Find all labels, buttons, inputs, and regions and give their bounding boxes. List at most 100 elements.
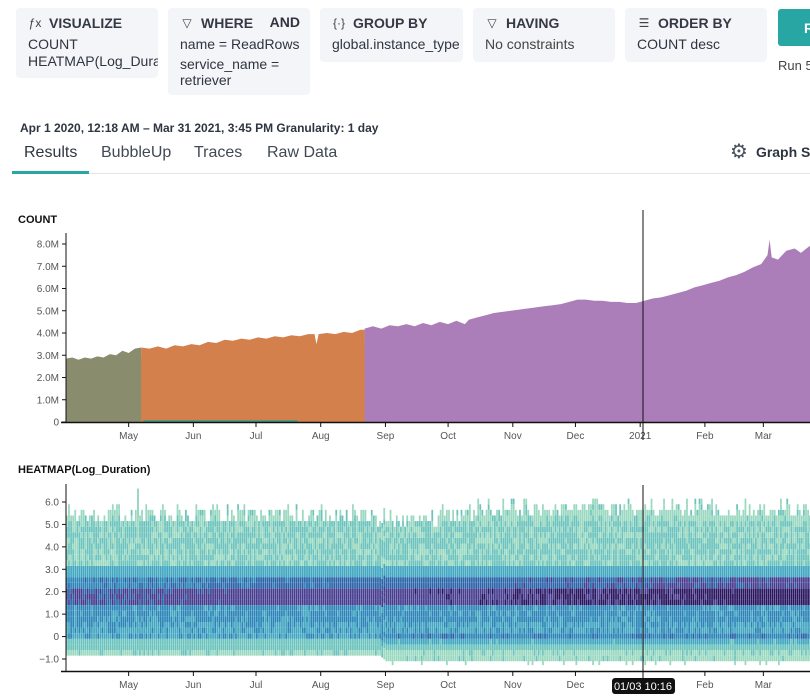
- heatmap-cell: [185, 621, 187, 628]
- heatmap-cell: [343, 588, 346, 594]
- heatmap-cell: [439, 605, 442, 611]
- heatmap-cell: [391, 549, 394, 555]
- heatmap-cell: [343, 633, 346, 639]
- where-clause[interactable]: ▽ WHERE AND name = ReadRows service_name …: [168, 8, 310, 95]
- heatmap-cell: [253, 593, 256, 600]
- visualize-item[interactable]: HEATMAP(Log_Duration): [28, 53, 158, 70]
- x-tick-label: May: [119, 431, 138, 442]
- heatmap-cell: [78, 588, 81, 594]
- tab-raw-data[interactable]: Raw Data: [267, 144, 337, 162]
- heatmap-cell: [379, 610, 381, 617]
- having-item[interactable]: No constraints: [485, 36, 603, 53]
- where-item[interactable]: service_name = retriever: [180, 56, 298, 88]
- heatmap-cell: [316, 526, 319, 533]
- heatmap-cell: [199, 532, 202, 538]
- heatmap-cell: [118, 543, 120, 550]
- heatmap-cell: [285, 577, 287, 583]
- run-query-button[interactable]: R: [778, 9, 810, 46]
- heatmap-cell: [105, 560, 108, 566]
- heatmap-cell: [249, 638, 252, 645]
- heatmap-cell: [433, 605, 436, 611]
- heatmap-cell: [383, 642, 386, 649]
- order-by-clause[interactable]: ☰ ORDER BY COUNT desc: [625, 8, 767, 62]
- x-tick-label: Jul: [250, 431, 263, 442]
- heatmap-cell: [214, 549, 217, 555]
- heatmap-cell: [166, 565, 168, 572]
- heatmap-cell: [111, 526, 114, 533]
- heatmap-cell: [233, 549, 235, 555]
- heatmap-cell: [408, 593, 411, 600]
- heatmap-cell: [274, 560, 277, 566]
- group-by-clause[interactable]: {·} GROUP BY global.instance_type: [320, 8, 463, 62]
- time-range-end[interactable]: Mar 31 2021, 3:45 PM: [153, 121, 273, 135]
- heatmap-cell: [389, 526, 392, 533]
- heatmap-cell: [170, 554, 173, 561]
- heatmap-cell: [439, 655, 442, 662]
- heatmap-cell: [370, 526, 373, 533]
- heatmap-cell: [312, 532, 315, 538]
- heatmap-cell: [185, 650, 187, 656]
- heatmap-cell: [116, 610, 118, 617]
- heatmap-cell: [425, 577, 427, 583]
- heatmap-cell: [297, 610, 300, 617]
- heatmap-cell: [454, 526, 457, 533]
- heatmap-cell: [124, 599, 127, 606]
- heatmap-cell: [289, 605, 292, 611]
- heatmap-cell: [335, 627, 338, 634]
- having-clause[interactable]: ▽ HAVING No constraints: [473, 8, 615, 62]
- heatmap-cell: [216, 521, 219, 527]
- heatmap-cell: [70, 605, 72, 611]
- heatmap-cell: [145, 532, 148, 538]
- heatmap-cell: [166, 526, 168, 533]
- order-by-item[interactable]: COUNT desc: [637, 36, 755, 53]
- heatmap-cell: [352, 515, 354, 522]
- granularity-value[interactable]: 1 day: [348, 121, 379, 135]
- heatmap-cell: [136, 560, 139, 566]
- heatmap-cell: [289, 521, 292, 527]
- heatmap-cell: [446, 660, 448, 666]
- heatmap-cell: [335, 549, 338, 555]
- heatmap-cell: [195, 549, 198, 555]
- heatmap-cell: [385, 549, 388, 555]
- heatmap-cell: [299, 571, 302, 578]
- heatmap-cell: [86, 644, 89, 651]
- visualize-item[interactable]: COUNT: [28, 36, 146, 53]
- heatmap-cell: [78, 515, 81, 522]
- tab-traces[interactable]: Traces: [194, 144, 242, 162]
- heatmap-cell: [99, 565, 102, 572]
- time-range-start[interactable]: Apr 1 2020, 12:18 AM: [20, 121, 140, 135]
- heatmap-cell: [130, 621, 133, 628]
- heatmap-cell: [111, 605, 114, 611]
- heatmap-cell: [270, 554, 273, 561]
- heatmap-cell: [145, 565, 148, 572]
- x-tick-label: Oct: [440, 431, 456, 442]
- where-operator[interactable]: AND: [270, 14, 300, 30]
- heatmap-cell: [443, 537, 446, 544]
- heatmap-cell: [347, 593, 350, 600]
- heatmap-cell: [416, 549, 419, 555]
- where-item[interactable]: name = ReadRows: [180, 36, 299, 53]
- graph-settings-button[interactable]: ⚙ Graph Settings: [730, 142, 810, 162]
- visualize-clause[interactable]: ƒxVISUALIZE COUNT HEATMAP(Log_Duration): [16, 8, 158, 78]
- tab-bubbleup[interactable]: BubbleUp: [101, 144, 171, 162]
- heatmap-cell: [134, 537, 137, 544]
- heatmap-cell: [212, 605, 214, 611]
- tab-results[interactable]: Results: [24, 144, 77, 162]
- heatmap-cell: [276, 532, 279, 538]
- heatmap-cell: [185, 588, 187, 594]
- heatmap-cell: [402, 549, 404, 555]
- heatmap-cell: [178, 605, 181, 611]
- heatmap-cell: [456, 650, 459, 656]
- heatmap-cell: [458, 650, 461, 656]
- heatmap-cell: [431, 588, 434, 594]
- heatmap-cell: [318, 644, 321, 651]
- group-by-item[interactable]: global.instance_type: [332, 36, 460, 53]
- heatmap-cell: [230, 526, 233, 533]
- heatmap-cell: [239, 549, 242, 555]
- heatmap-cell: [258, 621, 260, 628]
- heatmap-cell: [176, 638, 179, 645]
- heatmap-cell: [182, 560, 185, 566]
- heatmap-cell: [80, 616, 83, 622]
- heatmap-cell: [272, 650, 275, 656]
- heatmap-cell: [431, 655, 434, 662]
